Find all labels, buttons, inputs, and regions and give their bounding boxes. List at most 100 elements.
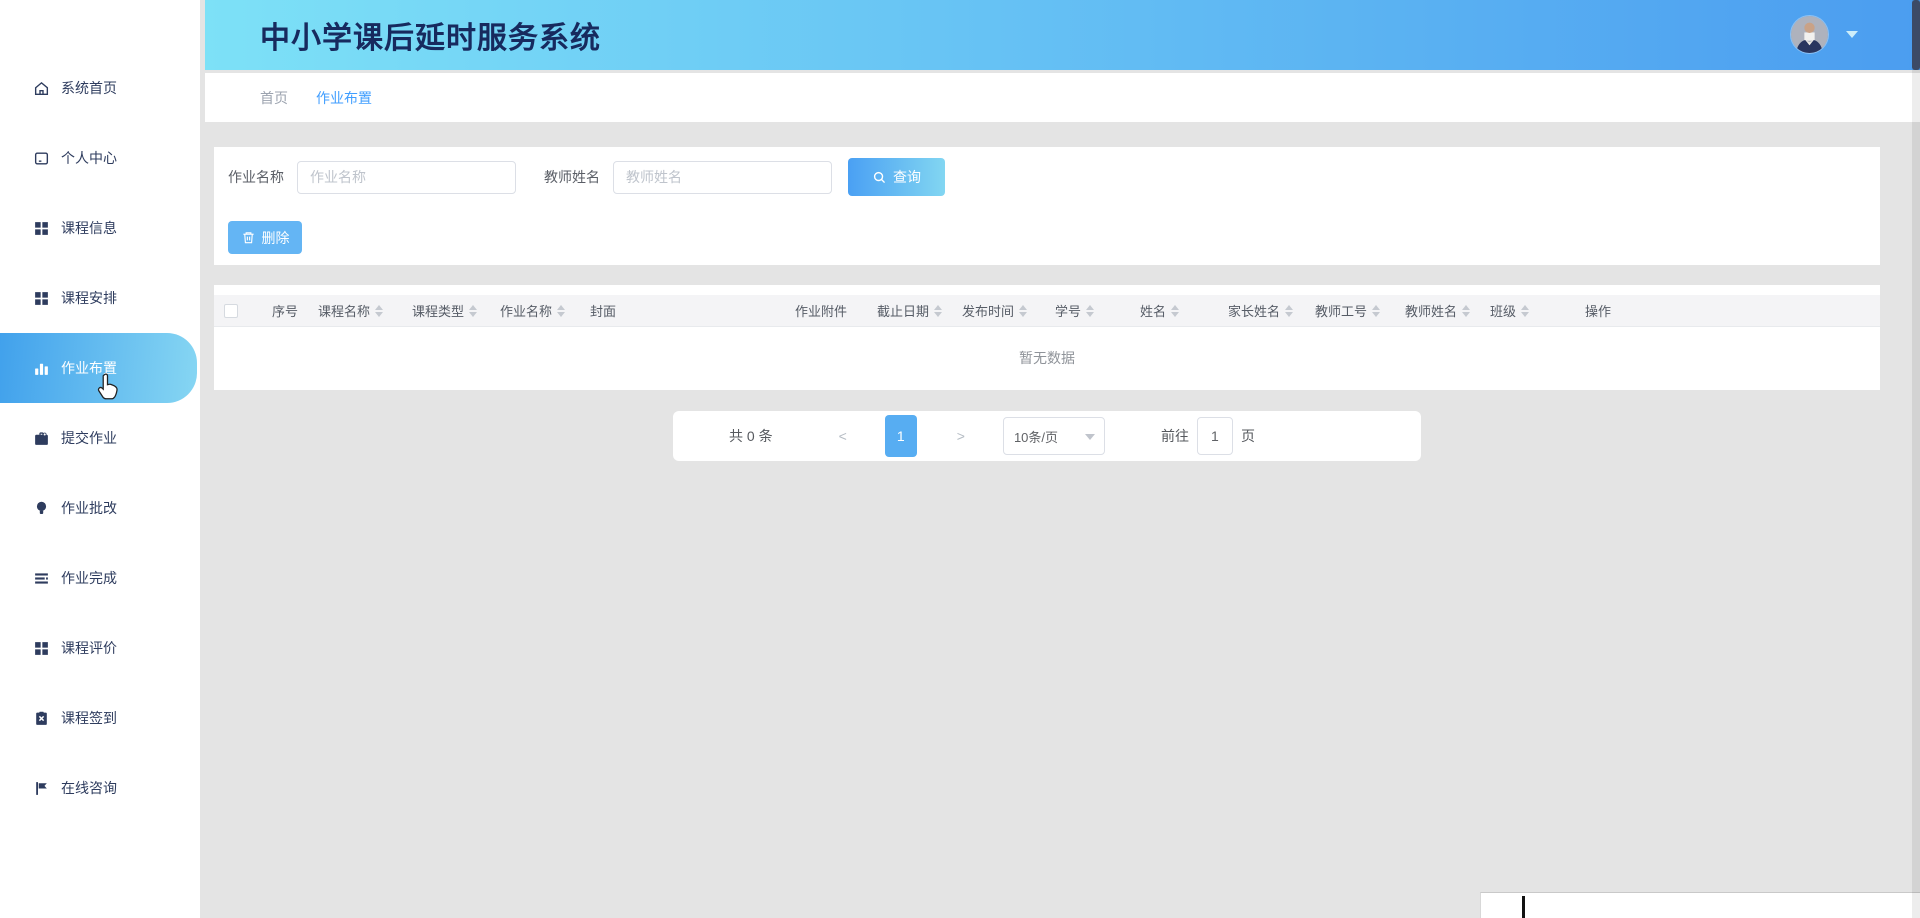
column-header-4[interactable]: 作业名称 — [490, 301, 580, 320]
sidebar-item-label: 课程安排 — [61, 288, 117, 308]
sidebar-item-label: 课程评价 — [61, 638, 117, 658]
column-header-9[interactable]: 学号 — [1045, 301, 1130, 320]
sort-carets-icon[interactable] — [1285, 305, 1293, 317]
sort-carets-icon[interactable] — [934, 305, 942, 317]
sidebar-item-9[interactable]: 课程签到 — [0, 683, 200, 753]
scrollbar-track — [1912, 0, 1920, 918]
column-header-12[interactable]: 教师工号 — [1305, 301, 1395, 320]
clipboard-x-icon — [33, 710, 50, 727]
column-header-11[interactable]: 家长姓名 — [1218, 301, 1305, 320]
sidebar-item-2[interactable]: 课程信息 — [0, 193, 200, 263]
sort-carets-icon[interactable] — [557, 305, 565, 317]
select-caret-icon — [1085, 434, 1095, 440]
page-size-select[interactable]: 10条/页 — [1003, 417, 1105, 455]
column-label: 封面 — [590, 301, 616, 320]
lightbulb-icon — [33, 500, 50, 517]
column-label: 教师工号 — [1315, 301, 1367, 320]
user-dropdown-caret-icon[interactable] — [1846, 31, 1858, 38]
sidebar-item-5[interactable]: 提交作业 — [0, 403, 200, 473]
breadcrumb-homework-assignment[interactable]: 作业布置 — [316, 88, 372, 108]
column-label: 序号 — [272, 301, 298, 320]
column-label: 课程类型 — [412, 301, 464, 320]
breadcrumb-home[interactable]: 首页 — [260, 88, 288, 108]
trash-icon — [241, 230, 256, 245]
column-label: 作业名称 — [500, 301, 552, 320]
sidebar-item-label: 课程签到 — [61, 708, 117, 728]
column-header-14[interactable]: 班级 — [1480, 301, 1575, 320]
sidebar-item-label: 提交作业 — [61, 428, 117, 448]
search-panel: 作业名称 教师姓名 查询 删除 — [214, 147, 1880, 265]
grid-icon — [33, 220, 50, 237]
homework-name-input[interactable] — [297, 161, 516, 194]
column-header-7[interactable]: 截止日期 — [867, 301, 952, 320]
table-header-checkbox-cell — [214, 304, 262, 318]
sidebar-item-0[interactable]: 系统首页 — [0, 53, 200, 123]
column-header-13[interactable]: 教师姓名 — [1395, 301, 1480, 320]
pagination-prev-button[interactable]: < — [839, 428, 847, 444]
delete-button[interactable]: 删除 — [228, 221, 302, 254]
pagination-next-button[interactable]: > — [957, 428, 965, 444]
main-area: 中小学课后延时服务系统 首页 作业布置 作业名称 教师姓名 — [200, 0, 1920, 918]
sort-carets-icon[interactable] — [1019, 305, 1027, 317]
homework-name-label: 作业名称 — [228, 167, 284, 187]
column-label: 作业附件 — [795, 301, 847, 320]
pagination-bar: 共 0 条 < 1 > 10条/页 前往 页 — [673, 411, 1421, 461]
sidebar-item-label: 系统首页 — [61, 78, 117, 98]
sort-carets-icon[interactable] — [1521, 305, 1529, 317]
sidebar-item-3[interactable]: 课程安排 — [0, 263, 200, 333]
sidebar: 系统首页个人中心课程信息课程安排作业布置提交作业作业批改作业完成课程评价课程签到… — [0, 0, 200, 918]
page-title: 中小学课后延时服务系统 — [260, 13, 601, 57]
column-label: 发布时间 — [962, 301, 1014, 320]
bar-chart-icon — [33, 360, 50, 377]
sidebar-item-10[interactable]: 在线咨询 — [0, 753, 200, 823]
app-header: 中小学课后延时服务系统 — [205, 0, 1920, 70]
homework-table: 序号 课程名称 课程类型 作业名称 封面 作业附件 截止日期发布时间 学号 姓名家长姓名 教师工号… — [214, 285, 1880, 390]
teacher-name-input[interactable] — [613, 161, 832, 194]
column-label: 课程名称 — [318, 301, 370, 320]
sidebar-item-4[interactable]: 作业布置 — [0, 333, 197, 403]
table-empty-state: 暂无数据 — [214, 327, 1880, 389]
column-header-8[interactable]: 发布时间 — [952, 301, 1045, 320]
header-user-area — [1791, 16, 1858, 53]
grid-icon — [33, 640, 50, 657]
select-all-checkbox[interactable] — [224, 304, 238, 318]
sidebar-item-8[interactable]: 课程评价 — [0, 613, 200, 683]
scrollbar-thumb[interactable] — [1912, 0, 1920, 70]
flag-icon — [33, 780, 50, 797]
sidebar-item-label: 在线咨询 — [61, 778, 117, 798]
pagination-total: 共 0 条 — [729, 426, 773, 446]
user-avatar[interactable] — [1791, 16, 1828, 53]
column-label: 学号 — [1055, 301, 1081, 320]
sidebar-item-7[interactable]: 作业完成 — [0, 543, 200, 613]
table-header-row: 序号 课程名称 课程类型 作业名称 封面 作业附件 截止日期发布时间 学号 姓名家长姓名 教师工号… — [214, 295, 1880, 327]
page-size-value: 10条/页 — [1014, 427, 1058, 446]
column-label: 操作 — [1585, 301, 1611, 320]
sort-carets-icon[interactable] — [469, 305, 477, 317]
column-header-15: 操作 — [1575, 301, 1695, 320]
pagination-page-1[interactable]: 1 — [885, 415, 917, 457]
column-label: 家长姓名 — [1228, 301, 1280, 320]
sidebar-item-6[interactable]: 作业批改 — [0, 473, 200, 543]
column-header-2[interactable]: 课程名称 — [308, 301, 402, 320]
column-header-3[interactable]: 课程类型 — [402, 301, 490, 320]
column-header-6: 作业附件 — [785, 301, 867, 320]
sort-carets-icon[interactable] — [1171, 305, 1179, 317]
sidebar-item-1[interactable]: 个人中心 — [0, 123, 200, 193]
column-header-10[interactable]: 姓名 — [1130, 301, 1218, 320]
sort-carets-icon[interactable] — [1462, 305, 1470, 317]
profile-card-icon — [33, 150, 50, 167]
search-button[interactable]: 查询 — [848, 158, 945, 196]
sidebar-item-label: 作业完成 — [61, 568, 117, 588]
sidebar-item-label: 作业布置 — [61, 358, 117, 378]
home-icon — [33, 80, 50, 97]
bottom-overlay-input[interactable] — [1480, 892, 1920, 918]
goto-label: 前往 — [1161, 426, 1189, 446]
sidebar-item-label: 作业批改 — [61, 498, 117, 518]
sidebar-menu: 系统首页个人中心课程信息课程安排作业布置提交作业作业批改作业完成课程评价课程签到… — [0, 53, 200, 823]
sort-carets-icon[interactable] — [375, 305, 383, 317]
goto-page-input[interactable] — [1197, 417, 1233, 455]
search-button-label: 查询 — [893, 167, 921, 187]
sort-carets-icon[interactable] — [1372, 305, 1380, 317]
sort-carets-icon[interactable] — [1086, 305, 1094, 317]
grid-icon — [33, 290, 50, 307]
